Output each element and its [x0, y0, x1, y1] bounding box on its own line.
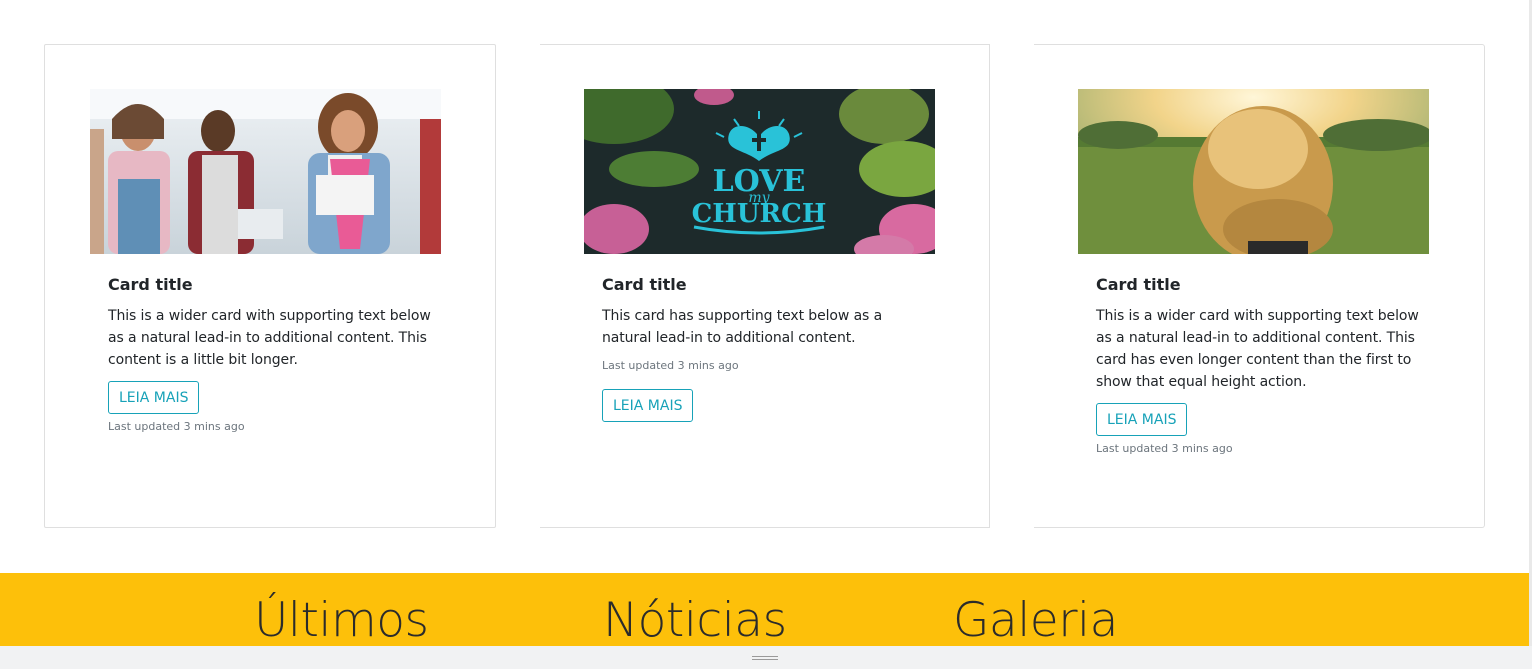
band-item-galeria[interactable]: Galeria [953, 591, 1118, 646]
svg-text:CHURCH: CHURCH [692, 199, 827, 229]
card-image-love-my-church: LOVE my CHURCH [584, 89, 935, 254]
last-updated-text: Last updated 3 mins ago [1096, 442, 1233, 455]
resize-grip-icon[interactable] [752, 656, 778, 661]
card-text: This is a wider card with supporting tex… [108, 308, 431, 368]
card-text: This card has supporting text below as a… [602, 308, 883, 346]
band-item-noticias[interactable]: Nóticias [603, 591, 787, 646]
leia-mais-button[interactable]: LEIA MAIS [108, 381, 200, 414]
card-image-woman-field [1078, 89, 1429, 254]
leia-mais-button[interactable]: LEIA MAIS [602, 389, 694, 422]
card-1-body: Card title This is a wider card with sup… [108, 275, 438, 434]
card-title: Card title [108, 275, 193, 294]
card-3: Card title This is a wider card with sup… [1034, 44, 1485, 528]
leia-mais-button[interactable]: LEIA MAIS [1096, 403, 1188, 436]
card-2: LOVE my CHURCH Card title This card has … [540, 44, 990, 528]
card-title: Card title [602, 275, 687, 294]
card-3-body: Card title This is a wider card with sup… [1096, 275, 1426, 456]
card-title: Card title [1096, 275, 1181, 294]
last-updated-text: Last updated 3 mins ago [108, 420, 245, 433]
band-item-ultimos[interactable]: Últimos [254, 591, 429, 646]
card-text: This is a wider card with supporting tex… [1096, 308, 1419, 390]
section-nav-band: Últimos Nóticias Galeria [0, 573, 1529, 646]
card-1: Card title This is a wider card with sup… [44, 44, 496, 528]
last-updated-text: Last updated 3 mins ago [602, 359, 739, 372]
card-2-body: Card title This card has supporting text… [602, 275, 932, 422]
card-image-students [90, 89, 441, 254]
